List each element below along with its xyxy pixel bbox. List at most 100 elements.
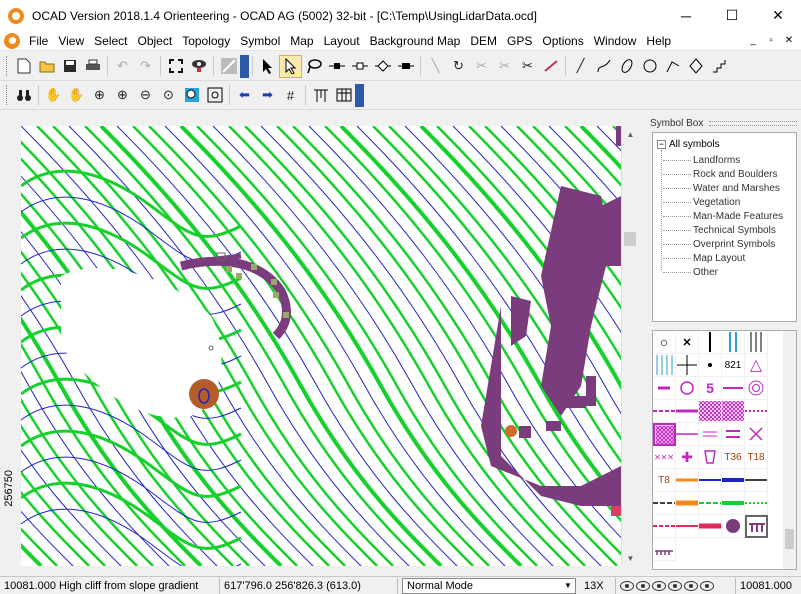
tree-item-water-marshes[interactable]: Water and Marshes xyxy=(663,183,780,194)
open-folder-icon[interactable] xyxy=(35,55,58,78)
tree-item-map-layout[interactable]: Map Layout xyxy=(663,253,745,264)
symbol-black-line-icon[interactable] xyxy=(745,469,768,492)
symbol-double-circle-icon[interactable] xyxy=(745,377,768,400)
symbol-purple-x-icon[interactable] xyxy=(745,423,768,446)
scroll-down-arrow-icon[interactable]: ▼ xyxy=(622,550,639,566)
symbol-wall-icon[interactable] xyxy=(745,515,768,538)
mdi-minimize-button[interactable]: _ xyxy=(745,33,761,48)
contour-map[interactable] xyxy=(21,126,621,566)
fill-icon[interactable] xyxy=(217,55,240,78)
symbol-red-dash-icon[interactable] xyxy=(653,515,676,538)
symbol-double-line-icon[interactable] xyxy=(722,331,745,354)
rectangle-icon[interactable] xyxy=(684,55,707,78)
save-icon[interactable] xyxy=(58,55,81,78)
scissors-alt-icon[interactable]: ✂ xyxy=(470,55,493,78)
symbol-t36-icon[interactable]: T36 xyxy=(722,446,745,469)
mdi-restore-button[interactable]: ▫ xyxy=(763,33,779,48)
cut-icon[interactable]: ✂ xyxy=(516,55,539,78)
symbol-scroll-thumb[interactable] xyxy=(785,529,794,549)
symbol-double-purple-icon[interactable] xyxy=(699,423,722,446)
zoom-selection-icon[interactable] xyxy=(180,84,203,107)
symbol-orange-thick-icon[interactable] xyxy=(676,492,699,515)
symbol-dotted-purple-icon[interactable] xyxy=(745,400,768,423)
print-icon[interactable] xyxy=(81,55,104,78)
symbol-dot-icon[interactable] xyxy=(699,354,722,377)
tree-item-technical[interactable]: Technical Symbols xyxy=(663,225,776,236)
menu-file[interactable]: File xyxy=(24,34,53,48)
freehand-icon[interactable] xyxy=(661,55,684,78)
document-icon[interactable] xyxy=(4,32,20,49)
symbol-thin-purple-icon[interactable] xyxy=(676,423,699,446)
lasso-icon[interactable] xyxy=(302,55,325,78)
symbol-crosshair-icon[interactable] xyxy=(676,354,699,377)
tree-item-man-made[interactable]: Man-Made Features xyxy=(663,211,783,222)
symbol-green-dotted-icon[interactable] xyxy=(745,492,768,515)
circle-icon[interactable] xyxy=(638,55,661,78)
menu-layout[interactable]: Layout xyxy=(319,34,365,48)
symbol-red-thick-icon[interactable] xyxy=(699,515,722,538)
symbol-t18-icon[interactable]: T18 xyxy=(745,446,768,469)
zoom-in-alt-icon[interactable]: ⊕ xyxy=(111,84,134,107)
menu-symbol[interactable]: Symbol xyxy=(235,34,285,48)
move-point-icon[interactable] xyxy=(325,55,348,78)
close-button[interactable]: ✕ xyxy=(755,0,801,31)
undo-icon[interactable]: ↶ xyxy=(111,55,134,78)
view-dropdown[interactable] xyxy=(355,83,364,107)
scroll-thumb[interactable] xyxy=(624,232,636,246)
rotate-icon[interactable]: ↻ xyxy=(447,55,470,78)
symbol-thick-purple-icon[interactable] xyxy=(676,400,699,423)
symbol-green-dash-icon[interactable] xyxy=(699,492,722,515)
symbol-stairs-icon[interactable] xyxy=(653,538,676,561)
symbol-line-vertical-icon[interactable] xyxy=(699,331,722,354)
new-file-icon[interactable] xyxy=(12,55,35,78)
chevron-down-icon[interactable]: ▼ xyxy=(561,581,575,590)
symbol-cup-icon[interactable] xyxy=(699,446,722,469)
zoom-in-icon[interactable]: ⊕ xyxy=(88,84,111,107)
menu-topology[interactable]: Topology xyxy=(177,34,235,48)
symbol-purple-dash-icon[interactable] xyxy=(653,377,676,400)
corner-point-icon[interactable] xyxy=(394,55,417,78)
menu-select[interactable]: Select xyxy=(89,34,132,48)
pan-hand-icon[interactable]: ✋ xyxy=(42,84,65,107)
symbol-purple-line-icon[interactable] xyxy=(722,377,745,400)
symbol-orange-line-icon[interactable] xyxy=(676,469,699,492)
mdi-close-button[interactable]: ✕ xyxy=(781,33,797,48)
symbol-hatch-area-icon[interactable] xyxy=(699,400,722,423)
toolbar-grip[interactable] xyxy=(6,56,9,76)
symbol-black-dash-icon[interactable] xyxy=(653,492,676,515)
menu-background-map[interactable]: Background Map xyxy=(365,34,466,48)
preview-icon[interactable] xyxy=(187,55,210,78)
mode-select[interactable]: Normal Mode ▼ xyxy=(402,577,576,594)
maximize-button[interactable]: ☐ xyxy=(709,0,755,31)
eye-icon[interactable] xyxy=(700,580,714,591)
eye-icon[interactable] xyxy=(668,580,682,591)
binoculars-icon[interactable] xyxy=(12,84,35,107)
tree-item-rock-boulders[interactable]: Rock and Boulders xyxy=(663,169,778,180)
tree-item-vegetation[interactable]: Vegetation xyxy=(663,197,740,208)
zoom-out-icon[interactable]: ⊖ xyxy=(134,84,157,107)
symbol-parallel-purple-icon[interactable] xyxy=(722,423,745,446)
scissors-icon[interactable]: ✂ xyxy=(493,55,516,78)
symbol-red-line-icon[interactable] xyxy=(676,515,699,538)
straight-line-icon[interactable]: ╱ xyxy=(569,55,592,78)
scroll-up-arrow-icon[interactable]: ▲ xyxy=(622,126,639,142)
back-icon[interactable]: ⬅ xyxy=(233,84,256,107)
tree-root-all-symbols[interactable]: − All symbols xyxy=(657,139,720,150)
symbol-hatch-area-alt-icon[interactable] xyxy=(722,400,745,423)
tree-item-other[interactable]: Other xyxy=(663,267,718,278)
menu-window[interactable]: Window xyxy=(589,34,642,48)
menu-options[interactable]: Options xyxy=(537,34,588,48)
menu-map[interactable]: Map xyxy=(285,34,318,48)
menu-object[interactable]: Object xyxy=(133,34,178,48)
symbol-triple-line-icon[interactable] xyxy=(745,331,768,354)
ellipse-icon[interactable] xyxy=(615,55,638,78)
redo-icon[interactable]: ↷ xyxy=(134,55,157,78)
delete-point-icon[interactable] xyxy=(371,55,394,78)
columns-icon[interactable] xyxy=(309,84,332,107)
symbol-t8-icon[interactable]: T8 xyxy=(653,469,676,492)
symbol-selected-area-icon[interactable] xyxy=(653,423,676,446)
collapse-icon[interactable]: − xyxy=(657,140,666,149)
menu-view[interactable]: View xyxy=(53,34,89,48)
measure-icon[interactable] xyxy=(539,55,562,78)
stairs-icon[interactable] xyxy=(707,55,730,78)
